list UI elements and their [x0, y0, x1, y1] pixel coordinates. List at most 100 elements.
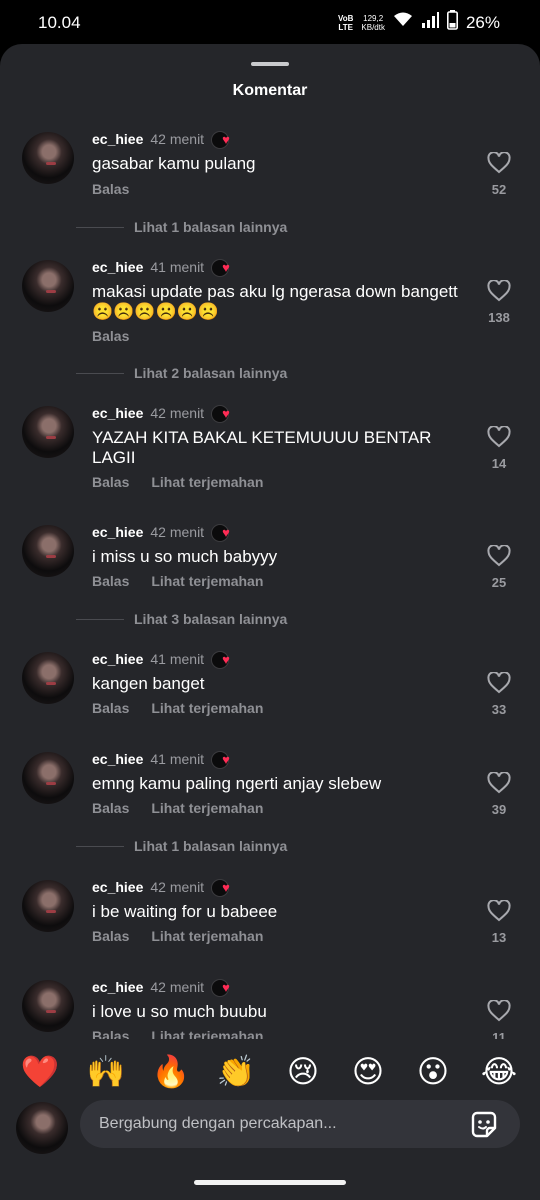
comment-username[interactable]: ec_hiee [92, 979, 143, 995]
view-replies-button[interactable]: Lihat 1 balasan lainnya [76, 219, 287, 235]
like-button[interactable]: 25 [484, 545, 514, 590]
translate-button[interactable]: Lihat terjemahan [151, 1028, 263, 1039]
commenter-avatar[interactable] [22, 525, 74, 577]
commenter-avatar[interactable] [22, 980, 74, 1032]
like-button[interactable]: 39 [484, 772, 514, 817]
status-bar: 10.04 VoB LTE 129,2 KB/dtk 26% [0, 0, 540, 44]
comment-input[interactable] [80, 1100, 520, 1148]
comment-actions: Balas [92, 181, 129, 197]
like-count: 138 [488, 310, 510, 325]
comment-username[interactable]: ec_hiee [92, 131, 143, 147]
comment-username[interactable]: ec_hiee [92, 259, 143, 275]
comment-actions: Balas Lihat terjemahan [92, 474, 263, 490]
emoji-heart-eyes-button[interactable]: 😍 [348, 1054, 388, 1090]
comment-actions: Balas [92, 328, 129, 344]
heart-outline-icon [487, 672, 511, 694]
status-icons: VoB LTE 129,2 KB/dtk 26% [338, 10, 500, 35]
creator-liked-heart-icon: ♥ [211, 650, 237, 669]
commenter-avatar[interactable] [22, 652, 74, 704]
translate-button[interactable]: Lihat terjemahan [151, 573, 263, 589]
commenter-avatar[interactable] [22, 260, 74, 312]
like-count: 33 [491, 702, 507, 717]
comment-time: 41 menit [150, 259, 205, 275]
like-button[interactable]: 14 [484, 426, 514, 471]
like-count: 13 [491, 930, 507, 945]
heart-outline-icon [487, 545, 511, 567]
comments-sheet: Komentar ec_hiee 42 menit ♥ gasabar kamu… [0, 44, 540, 1200]
view-replies-button[interactable]: Lihat 1 balasan lainnya [76, 838, 287, 854]
reply-button[interactable]: Balas [92, 928, 129, 944]
comment-text: kangen banget [92, 674, 205, 693]
comment-meta: ec_hiee 41 menit ♥ [92, 650, 237, 669]
quick-emoji-bar: ❤️ 🙌 🔥 👏 😢 😍 😮 😂 [0, 1042, 540, 1102]
status-time: 10.04 [38, 13, 81, 32]
sticker-icon[interactable] [468, 1109, 500, 1141]
view-replies-button[interactable]: Lihat 3 balasan lainnya [76, 611, 287, 627]
view-replies-button[interactable]: Lihat 2 balasan lainnya [76, 365, 287, 381]
comment-list[interactable]: ec_hiee 42 menit ♥ gasabar kamu pulang B… [0, 124, 540, 1039]
view-replies-label: Lihat 1 balasan lainnya [134, 219, 288, 235]
like-button[interactable]: 33 [484, 672, 514, 717]
like-count: 39 [491, 802, 507, 817]
comment-time: 42 menit [150, 131, 205, 147]
like-button[interactable]: 138 [484, 280, 514, 325]
like-button[interactable]: 52 [484, 152, 514, 197]
commenter-avatar[interactable] [22, 132, 74, 184]
comment-composer [0, 1100, 540, 1156]
creator-liked-heart-icon: ♥ [211, 978, 237, 997]
reply-button[interactable]: Balas [92, 474, 129, 490]
comment-meta: ec_hiee 42 menit ♥ [92, 130, 237, 149]
creator-liked-heart-icon: ♥ [211, 404, 237, 423]
reply-button[interactable]: Balas [92, 181, 129, 197]
comment-actions: Balas Lihat terjemahan [92, 700, 263, 716]
comment-meta: ec_hiee 42 menit ♥ [92, 878, 237, 897]
heart-outline-icon [487, 900, 511, 922]
commenter-avatar[interactable] [22, 880, 74, 932]
translate-button[interactable]: Lihat terjemahan [151, 474, 263, 490]
creator-liked-heart-icon: ♥ [211, 523, 237, 542]
comment-username[interactable]: ec_hiee [92, 405, 143, 421]
comment-username[interactable]: ec_hiee [92, 524, 143, 540]
reply-button[interactable]: Balas [92, 328, 129, 344]
sheet-title: Komentar [232, 82, 308, 99]
heart-outline-icon [487, 152, 511, 174]
comment-actions: Balas Lihat terjemahan [92, 928, 263, 944]
commenter-avatar[interactable] [22, 752, 74, 804]
comment-username[interactable]: ec_hiee [92, 651, 143, 667]
comment-text: makasi update pas aku lg ngerasa down ba… [92, 282, 458, 321]
emoji-heart-button[interactable]: ❤️ [20, 1054, 60, 1090]
comment-text: gasabar kamu pulang [92, 154, 256, 173]
comment-time: 42 menit [150, 524, 205, 540]
comment-text: emng kamu paling ngerti anjay slebew [92, 774, 382, 793]
like-count: 52 [491, 182, 507, 197]
reply-button[interactable]: Balas [92, 573, 129, 589]
like-button[interactable]: 11 [484, 1000, 514, 1039]
comment-text: i miss u so much babyyy [92, 547, 278, 566]
current-user-avatar [16, 1102, 68, 1154]
sheet-drag-handle[interactable] [251, 62, 289, 66]
comment-time: 41 menit [150, 751, 205, 767]
home-indicator[interactable] [194, 1180, 346, 1185]
heart-outline-icon [487, 280, 511, 302]
emoji-crying-button[interactable]: 😢 [283, 1054, 323, 1090]
like-count: 14 [491, 456, 507, 471]
emoji-fire-button[interactable]: 🔥 [151, 1054, 191, 1090]
commenter-avatar[interactable] [22, 406, 74, 458]
battery-icon [446, 10, 458, 35]
reply-button[interactable]: Balas [92, 800, 129, 816]
emoji-surprised-button[interactable]: 😮 [413, 1054, 453, 1090]
comment-username[interactable]: ec_hiee [92, 751, 143, 767]
like-button[interactable]: 13 [484, 900, 514, 945]
translate-button[interactable]: Lihat terjemahan [151, 928, 263, 944]
translate-button[interactable]: Lihat terjemahan [151, 700, 263, 716]
creator-liked-heart-icon: ♥ [211, 130, 237, 149]
comment-actions: Balas Lihat terjemahan [92, 800, 263, 816]
reply-button[interactable]: Balas [92, 1028, 129, 1039]
reply-button[interactable]: Balas [92, 700, 129, 716]
emoji-clap-button[interactable]: 👏 [216, 1054, 256, 1090]
emoji-laughing-button[interactable]: 😂 [479, 1054, 519, 1090]
comment-username[interactable]: ec_hiee [92, 879, 143, 895]
heart-outline-icon [487, 426, 511, 448]
emoji-raised-hands-button[interactable]: 🙌 [86, 1054, 126, 1090]
translate-button[interactable]: Lihat terjemahan [151, 800, 263, 816]
